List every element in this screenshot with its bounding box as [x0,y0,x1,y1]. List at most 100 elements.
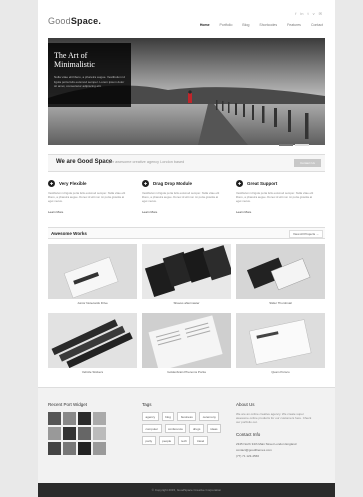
work-thumbnail [236,244,325,299]
feature-text: Vestibulum id ligula porta felis euismod… [142,191,220,203]
about-text: We are an online creative agency. We cre… [236,412,312,424]
site-footer: Recent Port Widget Tags agency blog busi… [38,387,335,484]
tag[interactable]: people [158,436,175,445]
learn-more-link[interactable]: Learn More [236,210,251,214]
feature-title: Drag Drop Module [153,181,192,186]
feature-title: Very Flexible [59,181,87,186]
work-thumbnail [142,313,231,368]
copyright-bar: © Copyright 2015, GoodSpace Creative Cor… [38,483,335,497]
learn-more-link[interactable]: Learn More [48,210,63,214]
tag[interactable]: ceremony [199,412,220,421]
contact-us-button[interactable]: Contact Us [294,159,321,167]
work-caption: Junior Notecards Drive [77,301,108,305]
contact-email[interactable]: contact@goodthemes.com [236,448,316,452]
port-thumb[interactable] [93,442,106,455]
port-thumb[interactable] [48,442,61,455]
widget-title: About Us [236,402,255,407]
site-logo[interactable]: GoodSpace. [48,16,101,26]
work-thumbnail [236,313,325,368]
work-item[interactable]: Quam Porsco [236,313,325,374]
view-all-projects-button[interactable]: View All Projects → [289,230,323,238]
contact-title: Contact Info [236,432,261,437]
works-title: Awesome Works [51,230,87,236]
site-header: GoodSpace. f in t v ✉ Home Portfolio Blo… [48,10,325,36]
feature-title: Great Support [247,181,278,186]
work-caption: Shaves aftermaster [173,301,200,305]
work-item[interactable]: Shaves aftermaster [142,244,231,305]
port-thumb[interactable] [48,427,61,440]
slide-dot[interactable] [295,144,309,146]
page: GoodSpace. f in t v ✉ Home Portfolio Blo… [38,0,335,497]
logo-main: Good [48,16,71,26]
widget-title: Tags [142,402,152,407]
vimeo-icon[interactable]: v [313,11,315,16]
tag[interactable]: agency [142,412,159,421]
tagline-subtitle: Super awesome creative agency London bas… [104,160,185,164]
work-caption: Goldenbrain Phenoms Portia [167,370,206,374]
work-caption: Slider Thumbnail [269,301,292,305]
twitter-icon[interactable]: t [308,11,309,16]
tag[interactable]: tech [177,436,191,445]
port-thumb[interactable] [93,427,106,440]
port-thumb[interactable] [48,412,61,425]
about-widget: About Us We are an online creative agenc… [236,402,316,460]
plus-icon: ✚ [236,180,243,187]
tag[interactable]: blog [161,412,175,421]
slider-caption: The Art of Minimalistic Nulla vitae elit… [48,43,131,107]
nav-blog[interactable]: Blog [242,23,249,27]
port-thumb[interactable] [63,412,76,425]
nav-home[interactable]: Home [200,23,210,27]
nav-contact[interactable]: Contact [311,23,323,27]
slider-pagination [279,144,309,146]
work-item[interactable]: Goldenbrain Phenoms Portia [142,313,231,374]
learn-more-link[interactable]: Learn More [142,210,157,214]
port-thumb[interactable] [78,412,91,425]
contact-info: Contact Info 2345 North 34th Main Street… [236,432,316,458]
slider-text: Nulla vitae elit libero, a pharetra augu… [54,75,125,88]
works-header: Awesome Works View All Projects → [48,227,325,239]
social-links: f in t v ✉ [295,11,322,16]
contact-address: 2345 North 34th Main Street London Engla… [236,442,297,446]
contact-phone: (77) 71 123-4566 [236,454,260,458]
work-thumbnail [48,313,137,368]
linkedin-icon[interactable]: in [300,11,303,16]
tag[interactable]: party [142,436,156,445]
port-thumb[interactable] [93,412,106,425]
slider-title: The Art of Minimalistic [54,51,95,69]
tag-cloud: agency blog business ceremony computer c… [142,412,222,445]
work-thumbnail [142,244,231,299]
port-thumb[interactable] [78,427,91,440]
nav-portfolio[interactable]: Portfolio [220,23,233,27]
work-caption: Vehicle Stickers [81,370,104,374]
work-caption: Quam Porsco [271,370,290,374]
tag[interactable]: drugs [189,424,204,433]
work-item[interactable]: Vehicle Stickers [48,313,137,374]
plus-icon: ✚ [142,180,149,187]
port-thumb[interactable] [63,442,76,455]
nav-features[interactable]: Features [287,23,301,27]
tag[interactable]: computer [142,424,162,433]
tag[interactable]: conference [164,424,187,433]
nav-shortcodes[interactable]: Shortcodes [259,23,277,27]
main-nav: Home Portfolio Blog Shortcodes Features … [200,23,323,27]
tag[interactable]: ideas [206,424,222,433]
plus-icon: ✚ [48,180,55,187]
widget-title: Recent Port Widget [48,402,88,407]
facebook-icon[interactable]: f [295,11,296,16]
tag[interactable]: travel [193,436,208,445]
work-item[interactable]: Junior Notecards Drive [48,244,137,305]
work-thumbnail [48,244,137,299]
port-thumb[interactable] [63,427,76,440]
mail-icon[interactable]: ✉ [319,11,322,16]
tags-widget: Tags agency blog business ceremony compu… [142,402,222,445]
thumb-grid [48,412,106,455]
recent-port-widget: Recent Port Widget [48,402,106,455]
feature-text: Vestibulum id ligula porta felis euismod… [236,191,314,203]
tagline-bar: We are Good Space Super awesome creative… [48,154,325,172]
logo-bold: Space. [70,16,102,26]
work-item[interactable]: Slider Thumbnail [236,244,325,305]
feature-text: Vestibulum id ligula porta felis euismod… [48,191,126,203]
slide-dot-active[interactable] [279,144,293,146]
tag[interactable]: business [177,412,197,421]
port-thumb[interactable] [78,442,91,455]
